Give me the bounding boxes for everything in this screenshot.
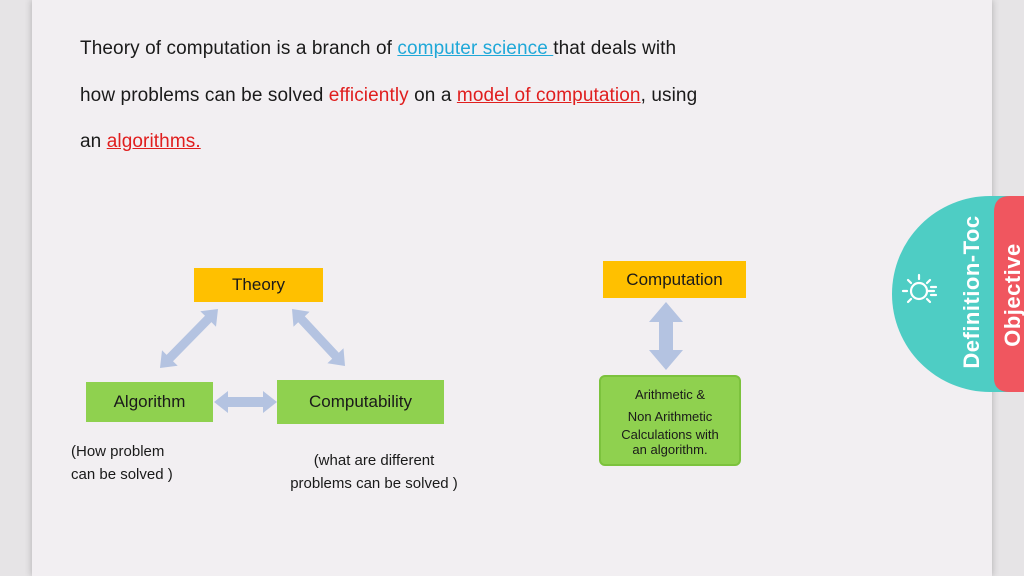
objective-tab-label[interactable]: Objective [1000,235,1024,355]
definition-tab-label[interactable]: Definition-Toc [959,212,985,372]
side-tabs [892,196,1024,392]
